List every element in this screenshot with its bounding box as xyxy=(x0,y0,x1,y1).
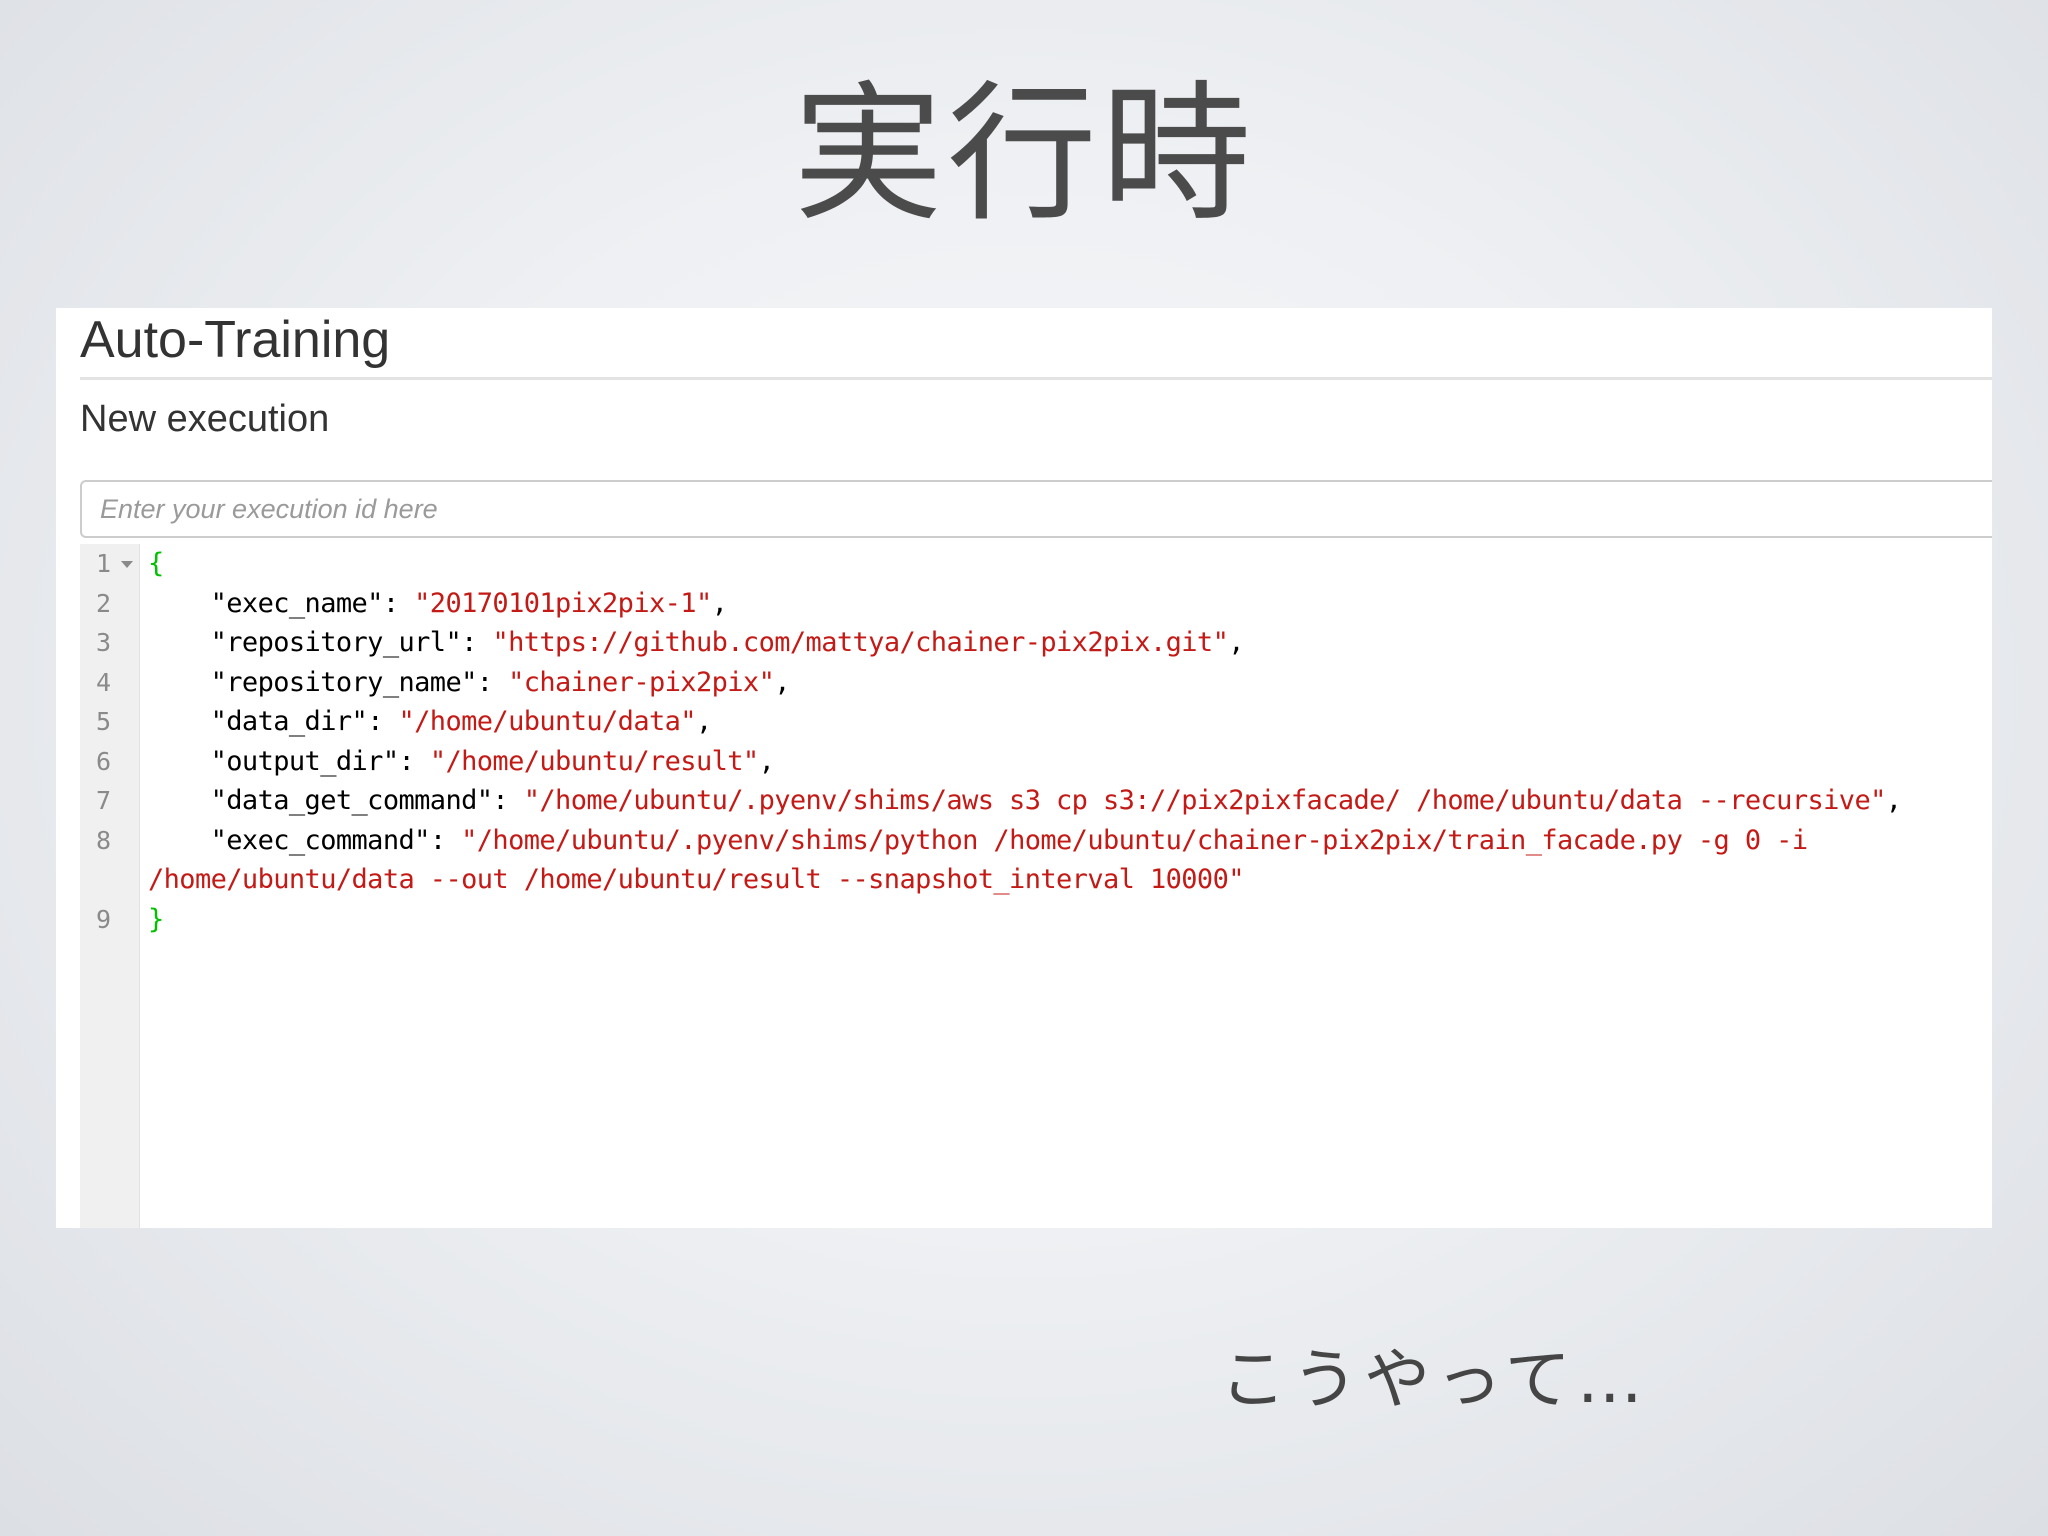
code-line: "exec_name": "20170101pix2pix-1", xyxy=(210,587,728,619)
close-brace: } xyxy=(148,903,164,935)
json-key: "exec_name" xyxy=(210,587,384,619)
json-string-value: "https://github.com/mattya/chainer-pix2p… xyxy=(492,627,1229,658)
code-line-wrapped: /home/ubuntu/data --out /home/ubuntu/res… xyxy=(148,860,1244,900)
json-key: "output_dir" xyxy=(210,745,399,777)
json-string-value: "/home/ubuntu/.pyenv/shims/python /home/… xyxy=(461,824,1808,856)
code-line: "exec_command": "/home/ubuntu/.pyenv/shi… xyxy=(210,824,1808,856)
code-line: "output_dir": "/home/ubuntu/result", xyxy=(210,745,775,777)
section-heading: New execution xyxy=(80,398,330,440)
json-string-value: "20170101pix2pix-1" xyxy=(414,587,712,619)
code-line: "data_get_command": "/home/ubuntu/.pyenv… xyxy=(210,785,1902,816)
line-number: 3 xyxy=(95,628,111,657)
fold-toggle-icon[interactable] xyxy=(121,561,133,568)
code-line: { xyxy=(148,544,164,584)
json-key: "data_get_command" xyxy=(210,785,493,816)
line-number: 8 xyxy=(95,825,111,855)
line-number: 5 xyxy=(95,707,111,736)
json-editor[interactable]: 1 2 3 4 5 6 7 8 9 { "exec_name": "201701… xyxy=(80,544,1992,1228)
line-number: 7 xyxy=(95,786,111,815)
line-number: 9 xyxy=(95,904,111,934)
app-screenshot: Auto-Training New execution 1 2 3 4 5 6 … xyxy=(56,308,1992,1228)
line-number: 1 xyxy=(95,549,111,578)
code-line: "repository_name": "chainer-pix2pix", xyxy=(210,666,791,698)
editor-gutter: 1 2 3 4 5 6 7 8 9 xyxy=(80,544,140,1228)
json-string-value: "/home/ubuntu/.pyenv/shims/aws s3 cp s3:… xyxy=(523,785,1887,816)
line-number: 6 xyxy=(95,746,111,776)
json-string-value: "/home/ubuntu/data" xyxy=(398,706,697,737)
open-brace: { xyxy=(148,548,164,579)
json-key: "data_dir" xyxy=(210,706,368,737)
json-key: "repository_url" xyxy=(210,627,462,658)
slide-title: 実行時 xyxy=(792,68,1255,242)
json-string-value: "/home/ubuntu/result" xyxy=(429,745,759,777)
json-key: "exec_command" xyxy=(210,824,431,856)
code-line: "data_dir": "/home/ubuntu/data", xyxy=(210,706,713,737)
page-title: Auto-Training xyxy=(80,311,391,369)
heading-divider xyxy=(80,377,1992,380)
code-line: "repository_url": "https://github.com/ma… xyxy=(210,627,1245,658)
execution-id-input[interactable] xyxy=(80,480,1992,538)
json-key: "repository_name" xyxy=(210,666,478,698)
json-string-value: "chainer-pix2pix" xyxy=(508,666,775,698)
code-line: } xyxy=(148,900,164,940)
slide-footer-caption: こうやって… xyxy=(1220,1341,1649,1418)
line-number: 4 xyxy=(95,667,111,697)
line-number: 2 xyxy=(95,588,111,618)
json-string-continuation: /home/ubuntu/data --out /home/ubuntu/res… xyxy=(148,864,1244,895)
